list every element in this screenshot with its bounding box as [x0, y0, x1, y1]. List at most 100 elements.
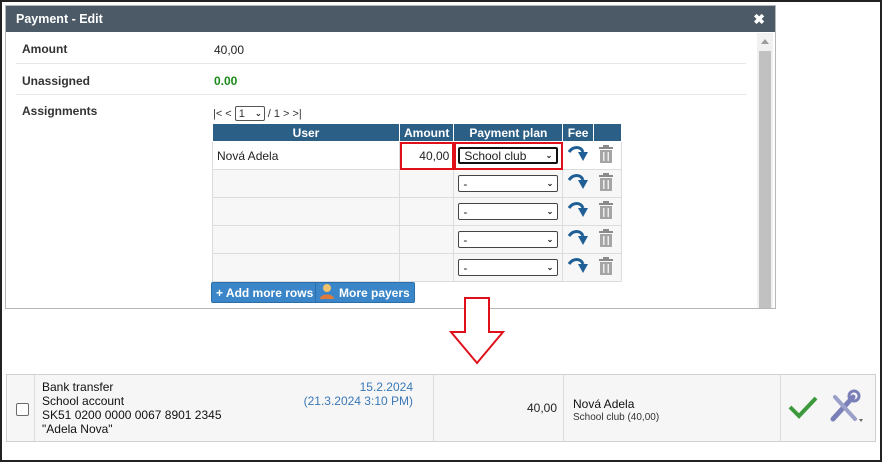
transaction-row: Bank transfer School account SK51 0200 0…: [6, 374, 876, 442]
pager-first[interactable]: |<: [213, 108, 222, 120]
table-row: - ⌄: [212, 225, 622, 254]
payment-edit-dialog: Payment - Edit ✖ Amount 40,00 Unassigned…: [5, 5, 776, 309]
amount-value: 40,00: [214, 43, 245, 57]
pager-prev[interactable]: <: [225, 108, 231, 120]
row-fee-cell: [562, 169, 594, 198]
row-plan-cell: - ⌄: [453, 225, 564, 254]
payment-plan-select[interactable]: - ⌄: [458, 231, 559, 248]
row-amount-input[interactable]: [398, 225, 455, 254]
row-delete-cell: [593, 197, 622, 226]
row-user: Nová Adela: [212, 141, 400, 170]
payer-info: Nová Adela School club (40,00): [573, 397, 659, 423]
row-amount-input[interactable]: [398, 169, 455, 198]
trash-icon[interactable]: [597, 228, 615, 251]
checkmark-icon[interactable]: [787, 393, 819, 424]
transaction-description: Bank transfer School account SK51 0200 0…: [42, 380, 222, 436]
payment-plan-select[interactable]: - ⌄: [458, 259, 559, 276]
row-plan-cell: - ⌄: [453, 169, 564, 198]
more-payers-button[interactable]: More payers: [315, 282, 415, 303]
pager-last[interactable]: >|: [292, 108, 301, 120]
assignments-label: Assignments: [22, 104, 98, 118]
payer-detail: School club (40,00): [573, 412, 660, 423]
row-user: [212, 169, 400, 198]
row-fee-cell: [562, 225, 594, 254]
transaction-date[interactable]: 15.2.2024 (21.3.2024 3:10 PM): [297, 380, 413, 408]
chevron-down-icon: ⌄: [546, 179, 554, 188]
fee-arrow-icon[interactable]: [567, 228, 589, 251]
transaction-iban: SK51 0200 0000 0067 8901 2345: [42, 408, 222, 422]
fee-arrow-icon[interactable]: [567, 172, 589, 195]
dialog-titlebar: Payment - Edit ✖: [6, 6, 775, 32]
table-row: Nová Adela 40,00 School club ⌄: [212, 141, 622, 170]
payment-plan-value: -: [463, 176, 468, 191]
row-delete-cell: [593, 169, 622, 198]
chevron-down-icon: ⌄: [545, 151, 553, 160]
row-user: [212, 253, 400, 282]
trash-icon[interactable]: [597, 144, 615, 167]
down-arrow-icon: [448, 297, 506, 365]
person-icon: [320, 283, 334, 302]
header-payment-plan: Payment plan: [453, 123, 564, 142]
chevron-down-icon: ⌄: [546, 207, 554, 216]
scrollbar[interactable]: [757, 33, 773, 308]
add-more-rows-button[interactable]: + Add more rows: [211, 282, 319, 303]
payment-plan-value: -: [463, 232, 468, 247]
row-delete-cell: [593, 225, 622, 254]
table-header-row: User Amount Payment plan Fee: [212, 123, 622, 142]
fee-arrow-icon[interactable]: [567, 144, 589, 167]
table-row: - ⌄: [212, 169, 622, 198]
header-amount: Amount: [398, 123, 455, 142]
payment-plan-select[interactable]: - ⌄: [458, 175, 559, 192]
row-amount-input[interactable]: [398, 197, 455, 226]
add-more-rows-label: + Add more rows: [216, 285, 314, 300]
chevron-down-icon: ⌄: [546, 235, 554, 244]
page-select[interactable]: 1 ⌄: [234, 106, 265, 121]
header-fee: Fee: [562, 123, 594, 142]
header-empty: [592, 123, 622, 142]
page-total: / 1: [267, 107, 280, 120]
header-user: User: [212, 123, 400, 142]
scroll-up-icon[interactable]: [761, 39, 769, 44]
pager-next[interactable]: >: [283, 108, 289, 120]
unassigned-label: Unassigned: [22, 74, 91, 88]
payment-plan-value: School club: [464, 148, 527, 163]
payer-name: Nová Adela: [573, 397, 635, 411]
trash-icon[interactable]: [597, 172, 615, 195]
row-fee-cell: [562, 197, 594, 226]
close-icon[interactable]: ✖: [753, 11, 765, 28]
transaction-account: School account: [42, 394, 125, 408]
transaction-type: Bank transfer: [42, 380, 114, 394]
row-user: [212, 197, 400, 226]
row-delete-cell: [593, 253, 622, 282]
table-row: - ⌄: [212, 197, 622, 226]
row-user: [212, 225, 400, 254]
trash-icon[interactable]: [597, 200, 615, 223]
payment-plan-value: -: [463, 204, 468, 219]
chevron-down-icon: ⌄: [546, 263, 554, 272]
trash-icon[interactable]: [597, 256, 615, 279]
page-select-value: 1: [238, 107, 245, 120]
date-value: 15.2.2024: [359, 380, 413, 394]
tools-icon[interactable]: [827, 389, 867, 428]
row-checkbox[interactable]: [16, 403, 29, 416]
more-payers-label: More payers: [339, 285, 410, 300]
table-row: - ⌄: [212, 253, 622, 282]
row-plan-cell: - ⌄: [453, 253, 564, 282]
row-amount-input[interactable]: 40,00: [398, 141, 455, 170]
payment-plan-select[interactable]: - ⌄: [458, 203, 559, 220]
row-plan-cell: - ⌄: [453, 197, 564, 226]
assignments-table: User Amount Payment plan Fee Nová Adela …: [212, 123, 622, 282]
payment-plan-select[interactable]: School club ⌄: [458, 147, 559, 164]
dialog-title: Payment - Edit: [16, 12, 103, 26]
fee-arrow-icon[interactable]: [567, 200, 589, 223]
fee-arrow-icon[interactable]: [567, 256, 589, 279]
unassigned-value: 0.00: [214, 74, 238, 88]
transaction-amount: 40,00: [526, 401, 557, 415]
row-amount-input[interactable]: [398, 253, 455, 282]
scroll-thumb[interactable]: [759, 51, 771, 308]
datetime-value: (21.3.2024 3:10 PM): [303, 394, 413, 408]
payment-plan-value: -: [463, 260, 468, 275]
row-fee-cell: [562, 253, 594, 282]
amount-label: Amount: [22, 42, 68, 56]
transaction-note: "Adela Nova": [42, 422, 113, 436]
